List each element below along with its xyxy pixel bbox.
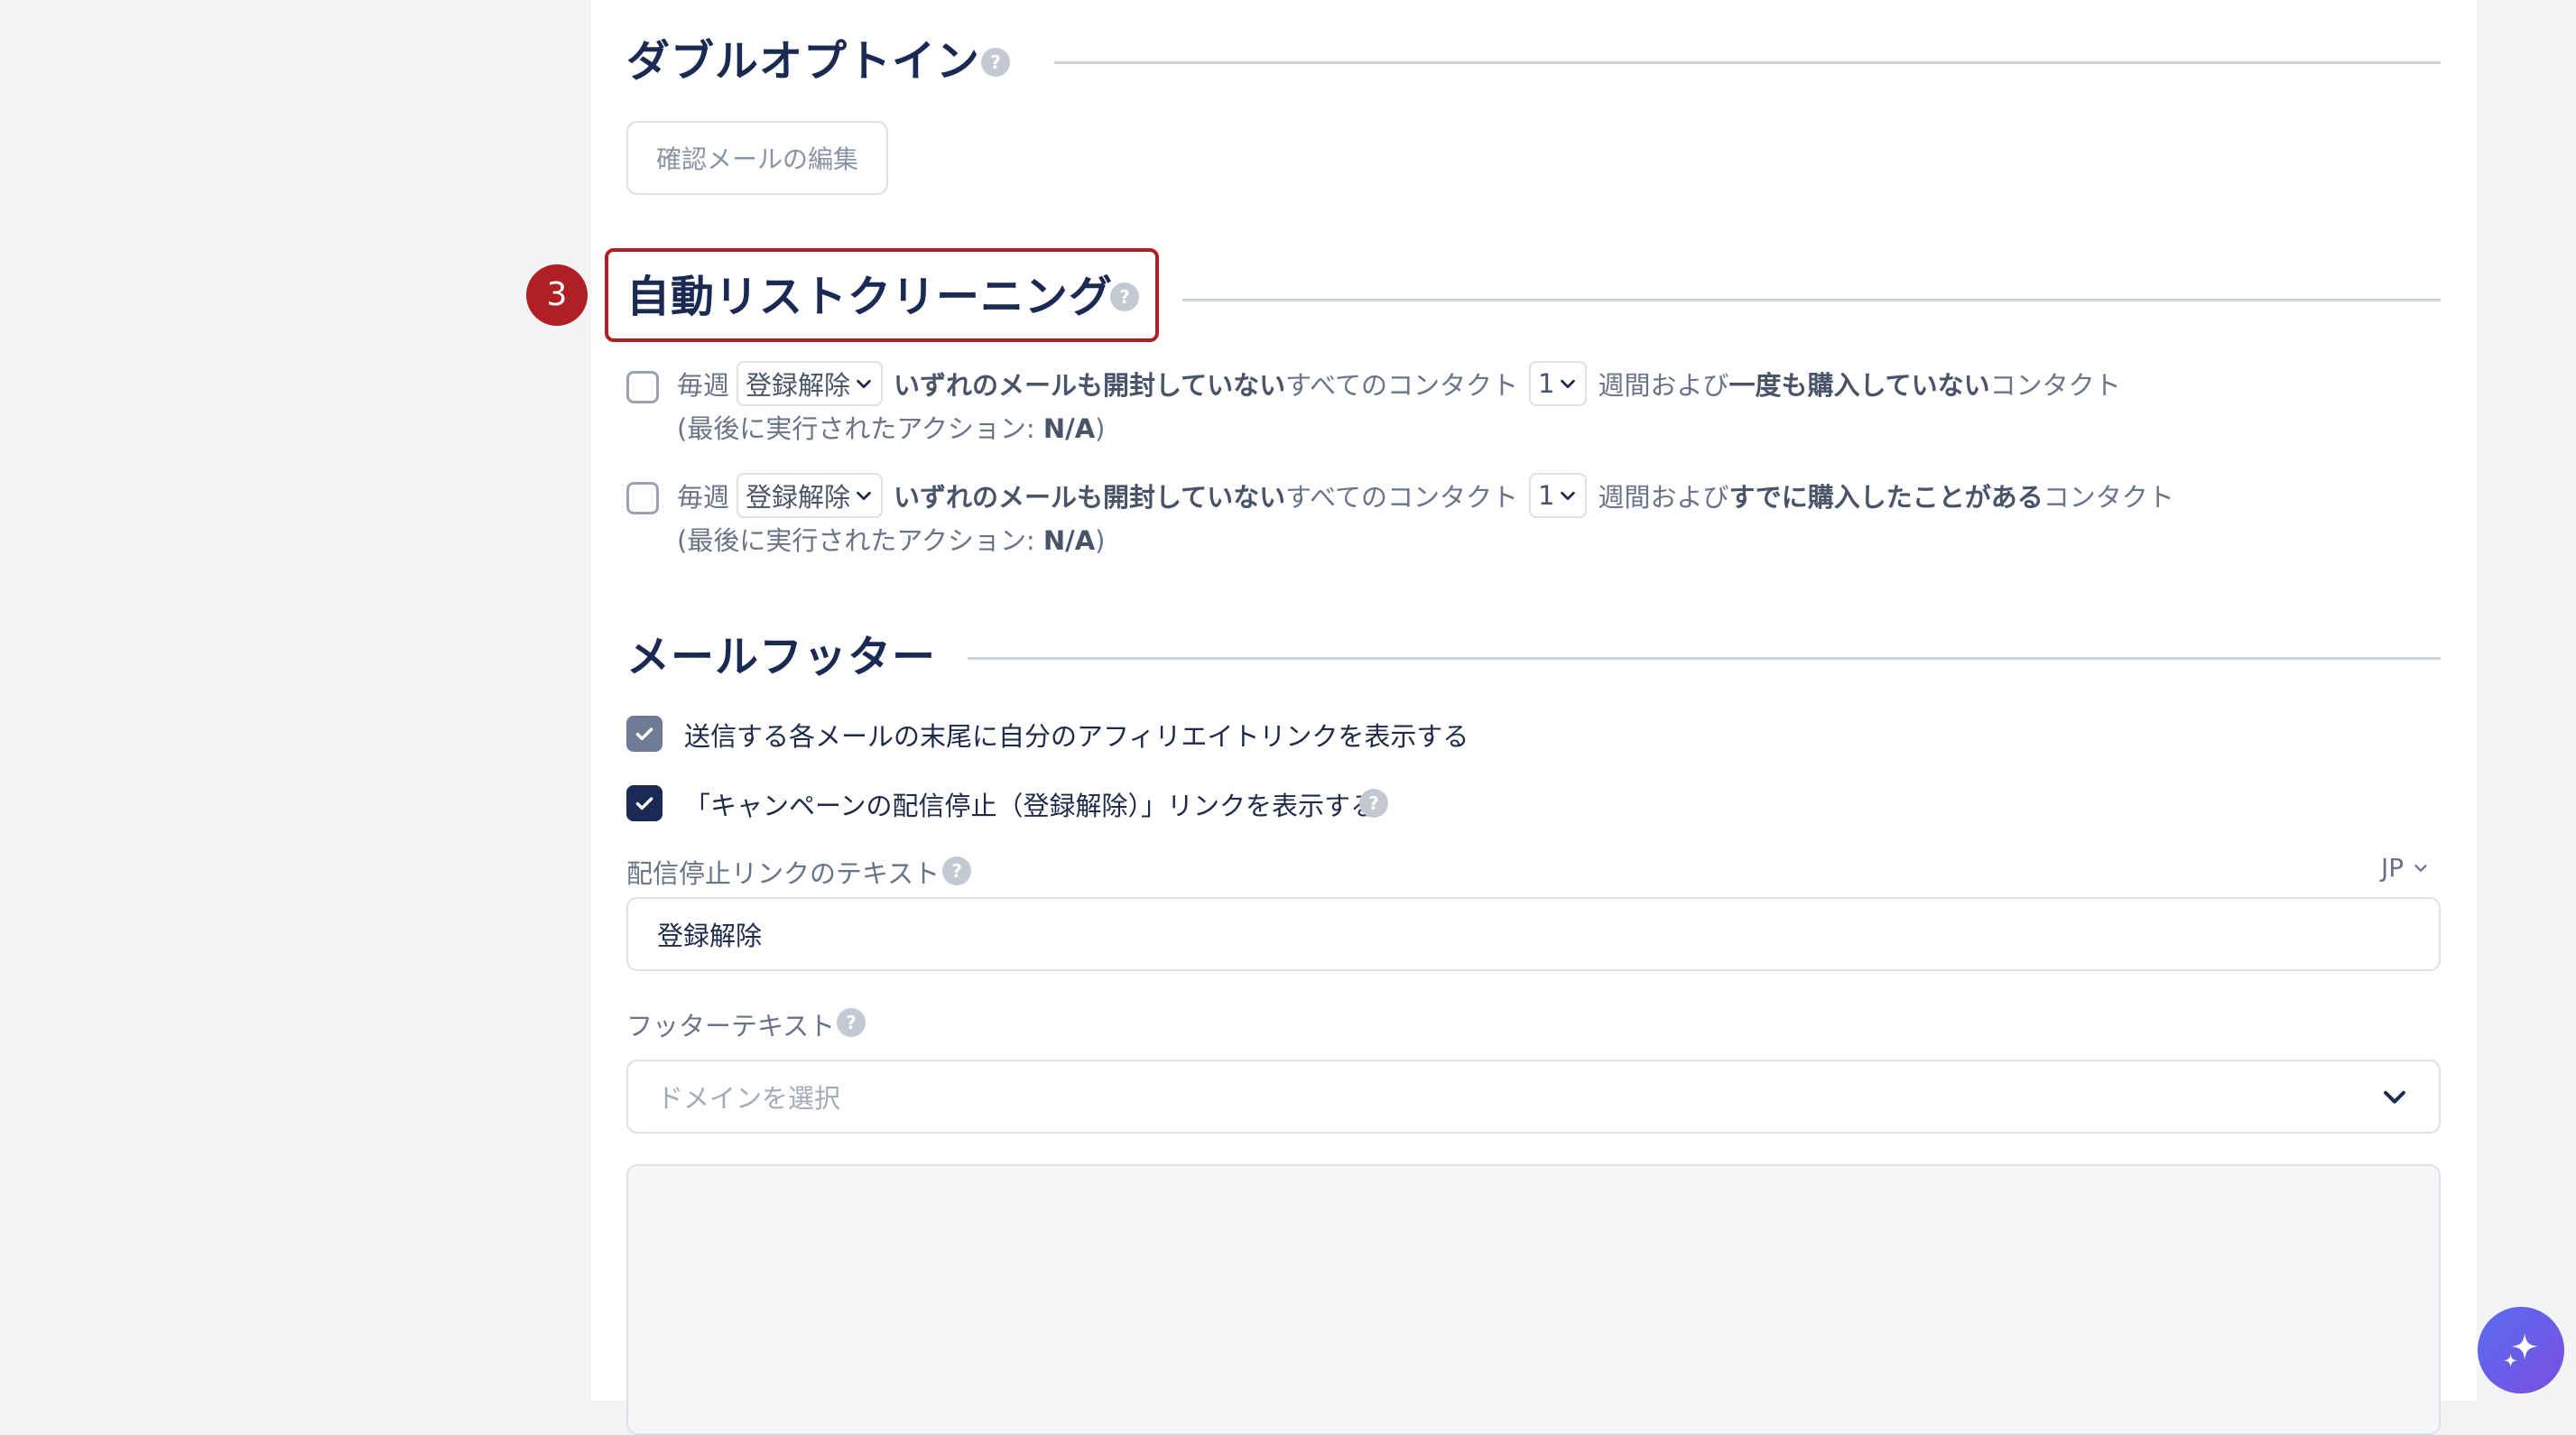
action-select-value: 登録解除 [746,482,851,513]
rule-condition-text: すべてのコンタクト [1285,370,1518,401]
rule-purchase-bold: すでに購入したことがある [1728,482,2043,513]
rule-suffix: コンタクト [1989,370,2121,401]
weeks-select[interactable]: 1 [1528,473,1588,518]
unsubscribe-link-checkbox[interactable] [626,785,663,821]
rule-1-text: 毎週 登録解除 いずれのメールも開封していない すべてのコンタクト 1 週間およ… [677,361,2121,406]
rule-prefix: 毎週 [677,370,730,401]
edit-confirmation-email-button[interactable]: 確認メールの編集 [626,121,888,195]
rule-condition-bold: いずれのメールも開封していない [894,370,1286,401]
action-select[interactable]: 登録解除 [737,361,884,406]
last-run-prefix: (最後に実行されたアクション: [677,413,1043,444]
weeks-select-value: 1 [1537,480,1555,511]
last-run-value: N/A [1042,525,1096,556]
rule-1-last-run: (最後に実行されたアクション: N/A) [677,408,1106,446]
rule-condition-bold: いずれのメールも開封していない [894,482,1286,513]
rule-2-last-run: (最後に実行されたアクション: N/A) [677,520,1106,558]
footer-text-editor[interactable] [626,1164,2441,1435]
rule-condition-text: すべてのコンタクト [1285,482,1518,513]
help-icon[interactable]: ? [1359,789,1388,818]
unsubscribe-text-value: 登録解除 [657,921,763,951]
chevron-down-icon [2384,1090,2405,1104]
section-title-double-optin: ダブルオプトイン [626,36,981,87]
step-badge: 3 [526,264,588,326]
check-icon [635,727,653,741]
rule-weeks-text: 週間および [1598,482,1729,513]
weeks-select-value: 1 [1537,368,1555,399]
help-icon[interactable]: ? [981,48,1010,77]
language-select[interactable]: JP [2381,853,2431,883]
action-select-value: 登録解除 [746,370,851,401]
rule-purchase-bold: 一度も購入していない [1728,370,1990,401]
unsubscribe-text-label: 配信停止リンクのテキスト [626,858,941,889]
section-title-footer: メールフッター [626,632,937,682]
last-run-suffix: ) [1095,525,1106,556]
rule-prefix: 毎週 [677,482,730,513]
last-run-value: N/A [1042,413,1096,444]
rule-weeks-text: 週間および [1598,370,1729,401]
unsubscribe-text-input[interactable]: 登録解除 [626,897,2441,971]
rule-1-checkbox[interactable] [626,371,659,403]
last-run-suffix: ) [1095,413,1106,444]
unsubscribe-link-label: 「キャンペーンの配信停止（登録解除）」リンクを表示する [684,791,1377,821]
rule-suffix: コンタクト [2043,482,2174,513]
sparkle-icon [2504,1333,2538,1367]
help-icon[interactable]: ? [942,856,971,885]
section-divider [968,657,2441,660]
weeks-select[interactable]: 1 [1528,361,1588,406]
language-value: JP [2381,853,2405,883]
chevron-down-icon [1561,379,1576,389]
domain-select-placeholder: ドメインを選択 [657,1083,841,1114]
last-run-prefix: (最後に実行されたアクション: [677,525,1043,556]
action-select[interactable]: 登録解除 [737,473,884,518]
chevron-down-icon [857,379,871,389]
domain-select[interactable]: ドメインを選択 [626,1060,2441,1134]
footer-text-label: フッターテキスト [626,1011,836,1042]
help-icon[interactable]: ? [837,1008,866,1037]
affiliate-link-checkbox[interactable] [626,716,663,752]
affiliate-link-label: 送信する各メールの末尾に自分のアフィリエイトリンクを表示する [684,721,1469,752]
rule-2-checkbox[interactable] [626,482,659,514]
ai-assistant-button[interactable] [2478,1307,2564,1393]
section-divider [1182,299,2441,301]
check-icon [635,797,653,810]
chevron-down-icon [2414,864,2427,872]
section-divider [1054,61,2441,64]
chevron-down-icon [1561,491,1576,501]
section-title-auto-clean: 自動リストクリーニング [626,272,1114,322]
chevron-down-icon [857,491,871,501]
help-icon[interactable]: ? [1110,282,1139,311]
rule-2-text: 毎週 登録解除 いずれのメールも開封していない すべてのコンタクト 1 週間およ… [677,473,2174,518]
